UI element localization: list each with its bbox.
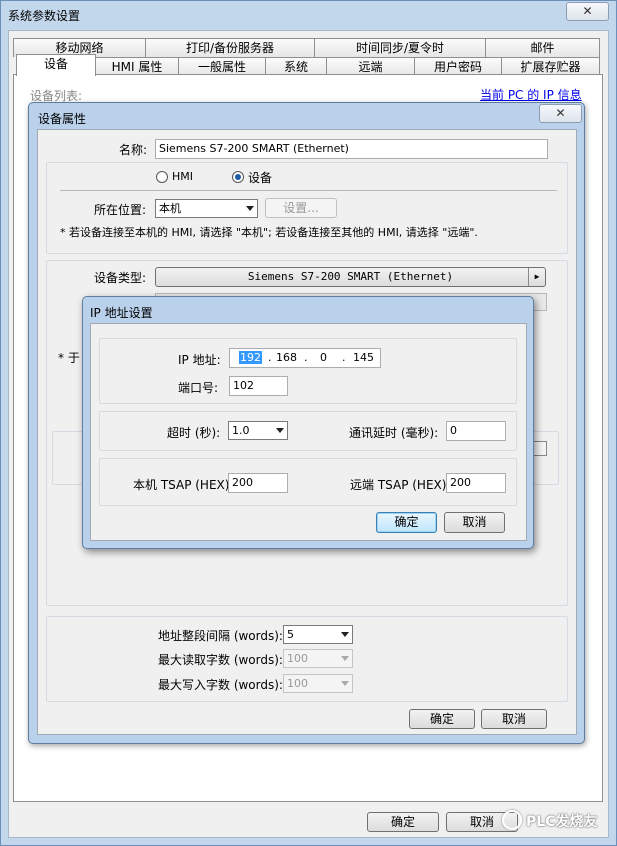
chevron-down-icon — [341, 632, 349, 637]
close-icon: ✕ — [582, 4, 593, 18]
port-input[interactable]: 102 — [229, 376, 288, 396]
max-read-label: 最大读取字数 (words): — [158, 653, 283, 667]
device-type-selector[interactable]: Siemens S7-200 SMART (Ethernet) ▶ — [155, 267, 546, 287]
location-dropdown[interactable]: 本机 — [155, 199, 258, 218]
location-value: 本机 — [159, 202, 181, 215]
ip-dot-1: . — [268, 351, 272, 364]
arrow-right-icon: ▶ — [528, 268, 545, 286]
addr-interval-label: 地址整段间隔 (words): — [158, 629, 283, 643]
device-name-input[interactable]: Siemens S7-200 SMART (Ethernet) — [155, 139, 548, 159]
max-write-label: 最大写入字数 (words): — [158, 678, 283, 692]
close-icon: ✕ — [555, 106, 566, 120]
ip-dot-2: . — [304, 351, 308, 364]
timeout-label: 超时 (秒): — [167, 426, 221, 440]
ip-dot-3: . — [342, 351, 346, 364]
ip-ok-button[interactable]: 确定 — [376, 512, 437, 533]
ip-octet-4: 145 — [353, 351, 374, 364]
radio-hmi-label: HMI — [172, 170, 194, 183]
comm-delay-label: 通讯延时 (毫秒): — [349, 426, 439, 440]
radio-device-label: 设备 — [248, 171, 273, 185]
location-divider — [60, 190, 557, 191]
radio-hmi[interactable] — [156, 171, 168, 183]
max-write-dropdown[interactable]: 100 — [283, 674, 353, 693]
wechat-icon — [502, 810, 522, 830]
subgroup-button-edge[interactable] — [533, 441, 547, 456]
tab-email[interactable]: 邮件 — [485, 38, 600, 57]
ip-octet-2: 168 — [276, 351, 297, 364]
max-read-dropdown[interactable]: 100 — [283, 649, 353, 668]
device-dialog-close-button[interactable]: ✕ — [539, 104, 582, 123]
tab-time-sync[interactable]: 时间同步/夏令时 — [314, 38, 486, 57]
chevron-down-icon — [246, 206, 254, 211]
device-dialog-title: 设备属性 — [38, 112, 87, 126]
local-tsap-input[interactable]: 200 — [228, 473, 288, 493]
timeout-value: 1.0 — [232, 424, 250, 437]
local-tsap-label: 本机 TSAP (HEX): — [133, 478, 234, 492]
device-type-value: Siemens S7-200 SMART (Ethernet) — [247, 270, 454, 283]
chevron-down-icon — [276, 428, 284, 433]
comm-delay-input[interactable]: 0 — [446, 421, 506, 441]
ip-address-label: IP 地址: — [178, 353, 221, 367]
location-label: 所在位置: — [94, 203, 147, 217]
port-label: 端口号: — [178, 381, 219, 395]
timeout-dropdown[interactable]: 1.0 — [228, 421, 288, 440]
location-settings-button[interactable]: 设置... — [265, 198, 337, 218]
max-write-value: 100 — [287, 677, 308, 690]
ip-cancel-button[interactable]: 取消 — [444, 512, 505, 533]
remote-tsap-input[interactable]: 200 — [446, 473, 506, 493]
device-cancel-button[interactable]: 取消 — [481, 709, 547, 729]
tab-device[interactable]: 设备 — [16, 54, 96, 76]
ip-dialog-title: IP 地址设置 — [90, 306, 153, 320]
outer-ok-button[interactable]: 确定 — [367, 812, 439, 832]
ip-octet-3: 0 — [320, 351, 327, 364]
pc-ip-info-link[interactable]: 当前 PC 的 IP 信息 — [480, 86, 582, 103]
window-title: 系统参数设置 — [8, 9, 81, 23]
tab-print-backup-server[interactable]: 打印/备份服务器 — [145, 38, 315, 57]
addr-interval-value: 5 — [287, 628, 294, 641]
location-note: * 若设备连接至本机的 HMI, 请选择 "本机"; 若设备连接至其他的 HMI… — [60, 226, 478, 239]
device-type-note-partial: * 于 — [58, 351, 80, 365]
ip-address-input[interactable]: 192 . 168 . 0 . 145 — [229, 348, 381, 368]
ip-octet-1: 192 — [239, 351, 262, 364]
device-ok-button[interactable]: 确定 — [409, 709, 475, 729]
watermark-text: PLC发烧友 — [526, 814, 598, 830]
name-label: 名称: — [119, 143, 148, 157]
device-type-label: 设备类型: — [94, 271, 147, 285]
chevron-down-icon — [341, 681, 349, 686]
radio-device[interactable] — [232, 171, 244, 183]
window-close-button[interactable]: ✕ — [566, 2, 609, 21]
addr-interval-dropdown[interactable]: 5 — [283, 625, 353, 644]
max-read-value: 100 — [287, 652, 308, 665]
chevron-down-icon — [341, 656, 349, 661]
remote-tsap-label: 远端 TSAP (HEX): — [350, 478, 451, 492]
